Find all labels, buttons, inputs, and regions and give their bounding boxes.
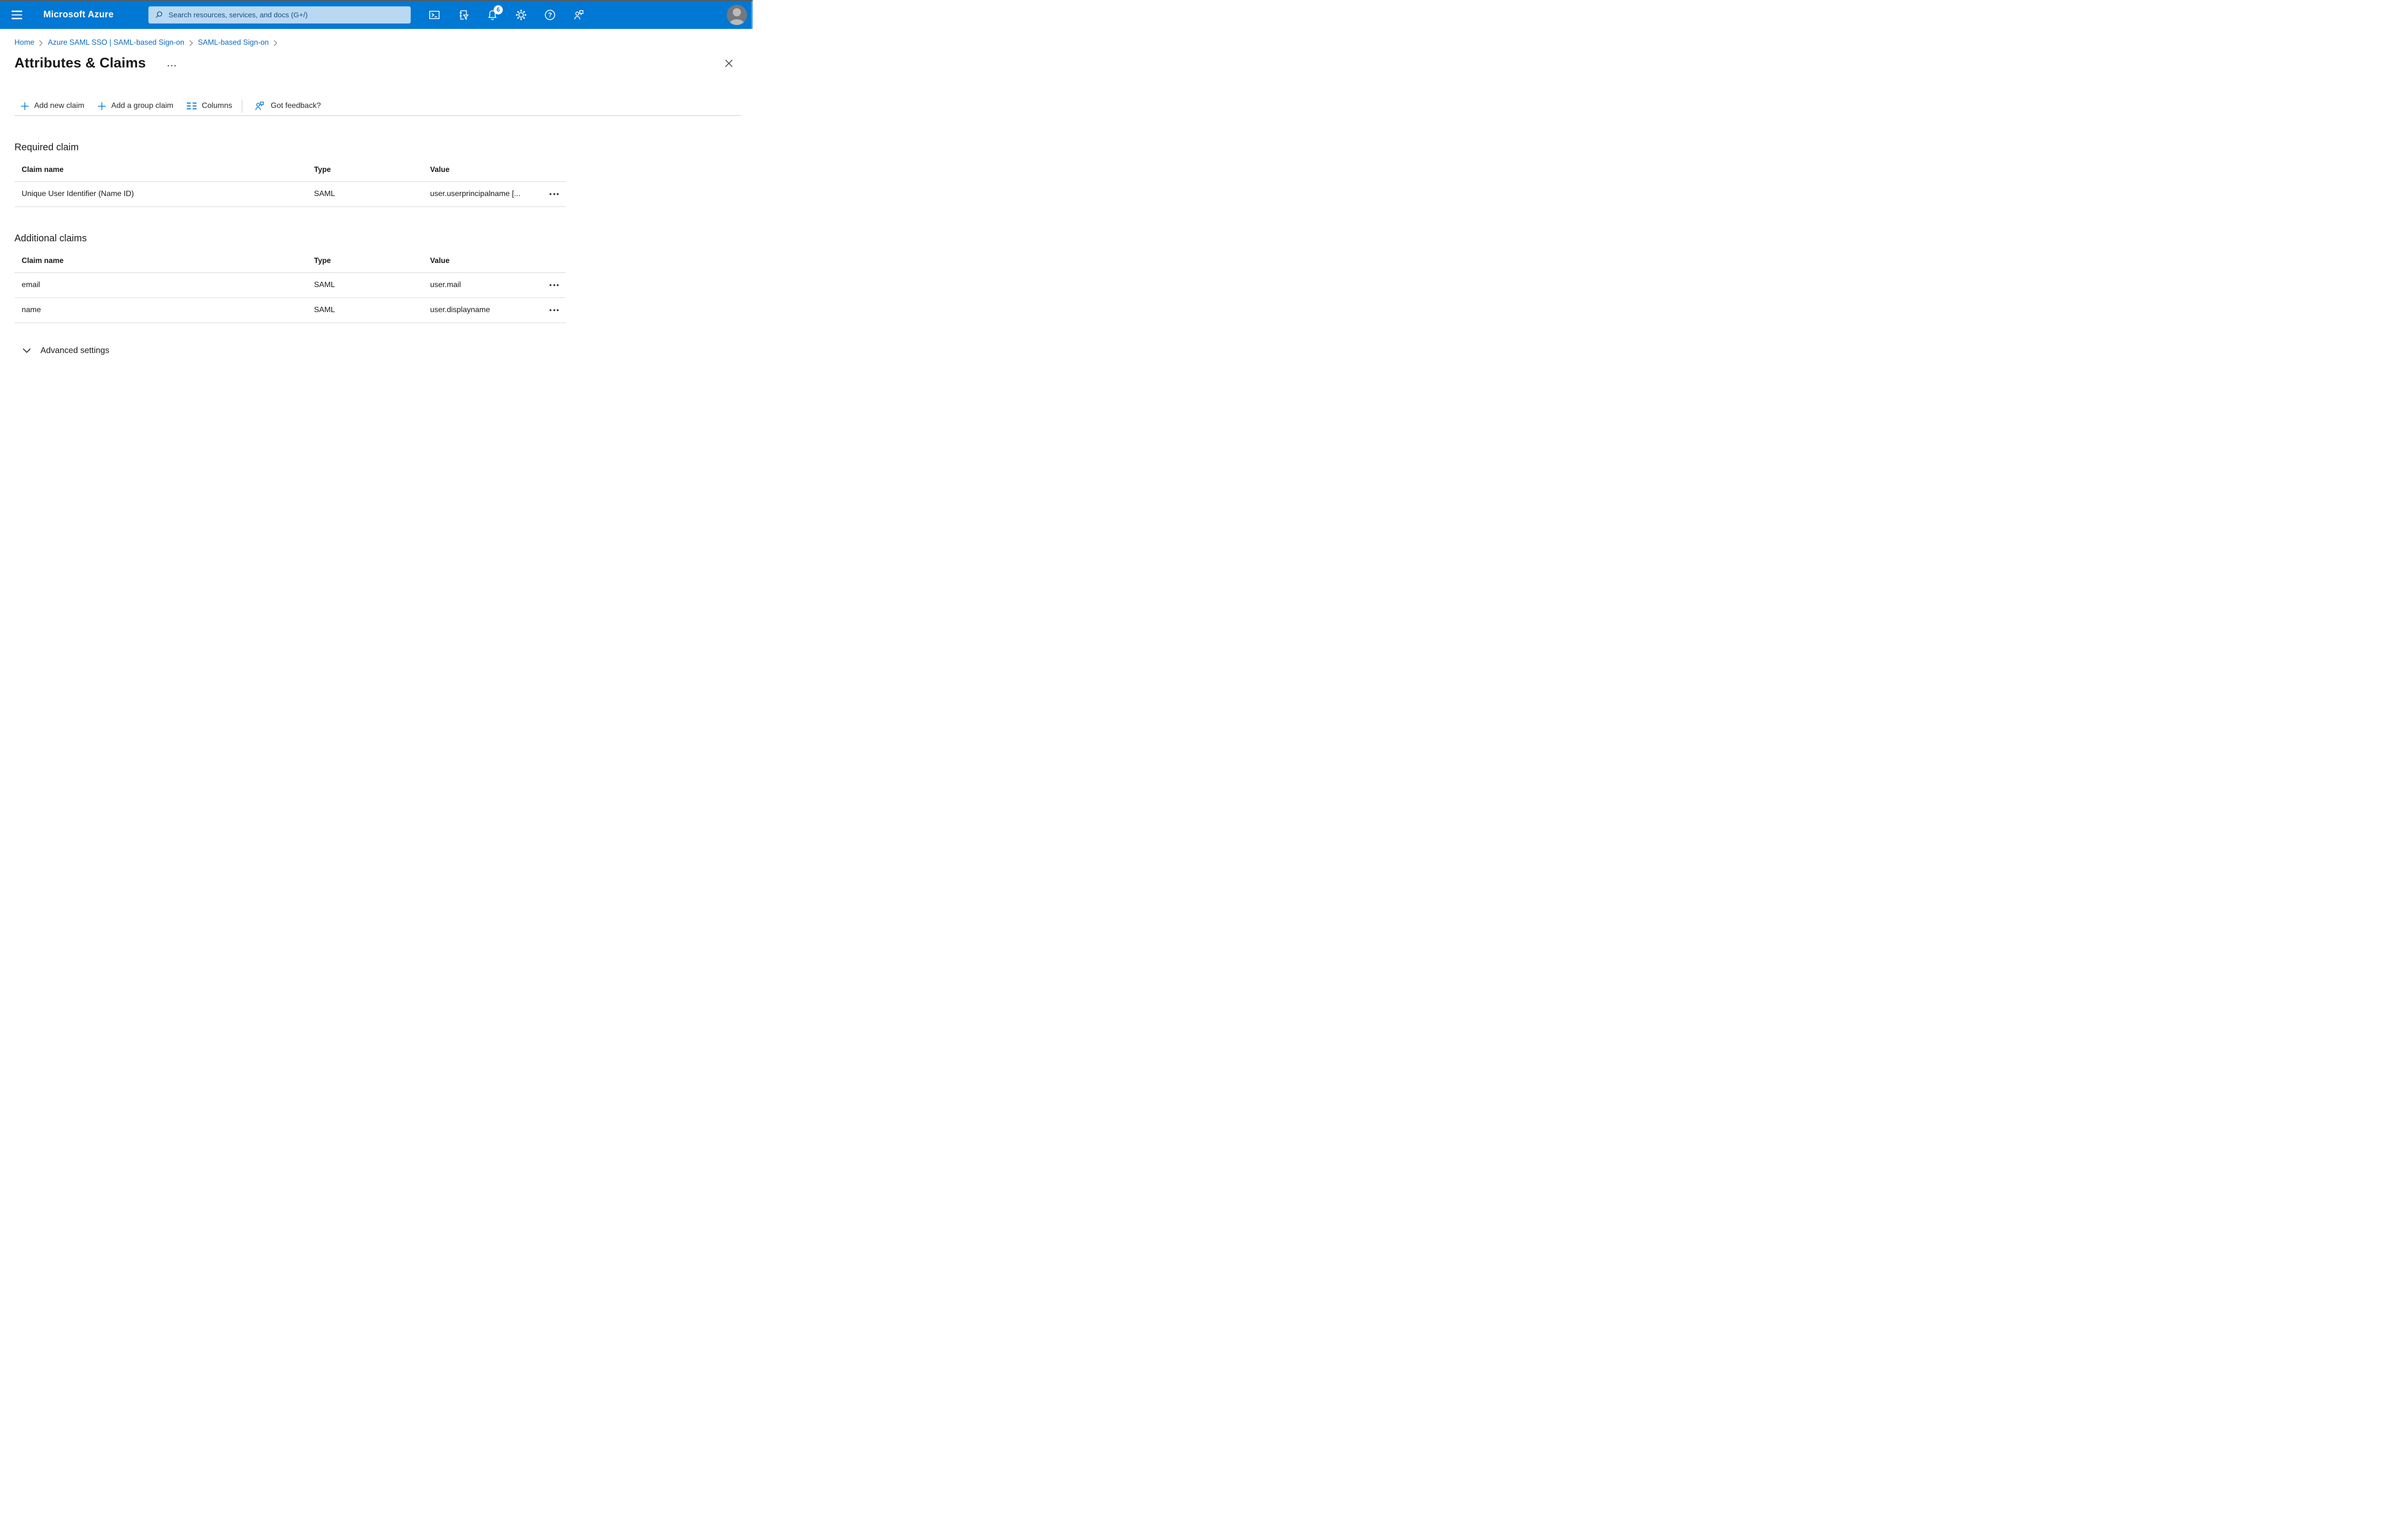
add-new-claim-label: Add new claim [34, 102, 85, 110]
claim-value-cell: user.mail [430, 281, 461, 289]
cloud-shell-icon[interactable] [428, 9, 441, 21]
plus-icon [21, 102, 29, 110]
breadcrumb-app-link[interactable]: Azure SAML SSO | SAML-based Sign-on [48, 38, 184, 48]
search-input[interactable] [168, 10, 405, 20]
feedback-icon[interactable] [573, 9, 585, 21]
add-group-claim-button[interactable]: Add a group claim [91, 97, 180, 115]
breadcrumb: Home Azure SAML SSO | SAML-based Sign-on… [14, 38, 753, 48]
plus-icon [98, 102, 106, 110]
column-header-type: Type [314, 257, 331, 265]
add-new-claim-button[interactable]: Add new claim [14, 97, 91, 115]
row-menu-icon[interactable] [550, 281, 559, 289]
claim-value-cell: user.userprincipalname [... [430, 190, 521, 198]
row-menu-icon[interactable] [550, 306, 559, 314]
column-header-value: Value [430, 166, 450, 174]
claim-value-cell: user.displayname [430, 306, 490, 314]
claim-name-cell: name [22, 306, 41, 314]
more-menu-icon[interactable] [167, 65, 176, 66]
got-feedback-button[interactable]: Got feedback? [247, 97, 327, 115]
advanced-settings-toggle[interactable]: Advanced settings [23, 345, 566, 355]
brand-title: Microsoft Azure [43, 10, 114, 20]
add-group-claim-label: Add a group claim [111, 102, 174, 110]
feedback-person-icon [255, 102, 264, 110]
required-claim-table-header: Claim name Type Value [14, 153, 566, 182]
claim-type-cell: SAML [314, 281, 335, 289]
global-search[interactable] [148, 6, 411, 24]
table-row[interactable]: name SAML user.displayname [14, 298, 566, 323]
settings-gear-icon[interactable] [515, 9, 527, 21]
chevron-down-icon [23, 348, 31, 353]
additional-claims-table-header: Claim name Type Value [14, 244, 566, 273]
azure-topbar: Microsoft Azure Search resources, servic… [0, 1, 753, 29]
svg-text:?: ? [548, 12, 552, 19]
toolbar-rule [14, 115, 741, 116]
table-row[interactable]: email SAML user.mail [14, 273, 566, 298]
avatar[interactable] [727, 5, 747, 25]
hamburger-menu-icon[interactable] [12, 11, 23, 19]
row-menu-icon[interactable] [550, 190, 559, 198]
column-header-type: Type [314, 166, 331, 174]
close-icon[interactable] [725, 59, 733, 67]
columns-icon [187, 102, 197, 110]
breadcrumb-signon-link[interactable]: SAML-based Sign-on [198, 38, 269, 48]
column-header-value: Value [430, 257, 450, 265]
directory-filter-icon[interactable] [457, 9, 470, 21]
claim-type-cell: SAML [314, 190, 335, 198]
advanced-settings-label: Advanced settings [40, 345, 110, 355]
column-header-claim-name: Claim name [22, 257, 64, 265]
columns-label: Columns [202, 102, 233, 110]
claim-type-cell: SAML [314, 306, 335, 314]
got-feedback-label: Got feedback? [271, 102, 321, 110]
table-row[interactable]: Unique User Identifier (Name ID) SAML us… [14, 182, 566, 207]
search-icon [156, 11, 162, 18]
column-header-claim-name: Claim name [22, 166, 64, 174]
chevron-right-icon [189, 40, 193, 46]
required-claim-heading: Required claim [14, 142, 79, 153]
additional-claims-heading: Additional claims [14, 233, 87, 244]
chevron-right-icon [39, 40, 43, 46]
command-bar: Add new claim Add a group claim Columns … [14, 97, 741, 115]
notification-count-badge: 6 [494, 5, 503, 14]
claim-name-cell: Unique User Identifier (Name ID) [22, 190, 134, 198]
help-icon[interactable]: ? [544, 9, 556, 21]
page-title: Attributes & Claims [14, 55, 146, 71]
chevron-right-icon [274, 40, 277, 46]
breadcrumb-home-link[interactable]: Home [14, 38, 34, 48]
notifications-bell-icon[interactable]: 6 [486, 5, 503, 21]
claim-name-cell: email [22, 281, 40, 289]
columns-button[interactable]: Columns [180, 97, 239, 115]
